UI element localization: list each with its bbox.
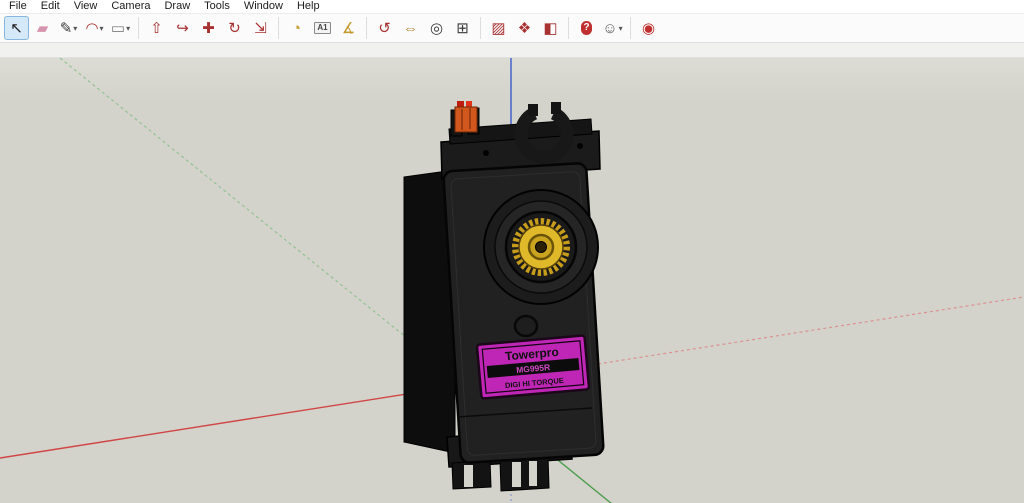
- viewport-canvas: Towerpro MG995R DIGI HI TORQUE: [0, 58, 1024, 503]
- dropdown-caret-icon[interactable]: ▾: [619, 24, 623, 33]
- toolbar-separator: [278, 17, 279, 39]
- rotate-tool-button[interactable]: ↻: [222, 16, 247, 40]
- zoom-extents-tool-button[interactable]: ⊞: [450, 16, 475, 40]
- servo-model[interactable]: Towerpro MG995R DIGI HI TORQUE: [403, 101, 605, 492]
- move-tool-button[interactable]: ✚: [196, 16, 221, 40]
- orbit-tool-icon: ↺: [378, 19, 391, 37]
- pushpull-tool-button[interactable]: ⇧: [144, 16, 169, 40]
- menu-help[interactable]: Help: [290, 0, 327, 13]
- sketchup-window: File Edit View Camera Draw Tools Window Help ↖ ▰…: [0, 0, 1024, 503]
- toolbar-separator: [366, 17, 367, 39]
- toolbar-separator: [138, 17, 139, 39]
- scale-tool-button[interactable]: ⇲: [248, 16, 273, 40]
- viewport-3d[interactable]: Towerpro MG995R DIGI HI TORQUE: [0, 58, 1024, 503]
- arc-tool-button[interactable]: ◠ ▾: [82, 16, 107, 40]
- tape-measure-tool-button[interactable]: ◔: [284, 16, 309, 40]
- eraser-tool-button[interactable]: ▰: [30, 16, 55, 40]
- eraser-tool-icon: ▰: [36, 19, 49, 37]
- toolbar: ↖ ▰ ✎ ▾ ◠ ▾ ▭ ▾ ⇧ ↪ ✚ ↻ ⇲ ◔ A1 ∡ ↺ ⇔ ◎ ⊞ ▨ ❖ ◧? ☺ ▾ ◉: [0, 14, 1024, 43]
- rectangle-tool-button[interactable]: ▭ ▾: [108, 16, 133, 40]
- screw-boss: [513, 314, 539, 338]
- rotate-tool-icon: ↻: [228, 19, 241, 37]
- menu-edit[interactable]: Edit: [34, 0, 67, 13]
- warehouse-tool-button[interactable]: ?: [574, 16, 599, 40]
- toolbar-separator: [568, 17, 569, 39]
- menu-tools[interactable]: Tools: [197, 0, 237, 13]
- pushpull-tool-icon: ⇧: [150, 19, 163, 37]
- menu-file[interactable]: File: [2, 0, 34, 13]
- avatar-menu-button[interactable]: ☺ ▾: [600, 16, 625, 40]
- line-tool-button[interactable]: ✎ ▾: [56, 16, 81, 40]
- zoom-tool-icon: ◎: [429, 19, 444, 37]
- styles-tool-icon: ◧: [543, 19, 558, 37]
- flange-screw-hole: [577, 143, 583, 149]
- protractor-tool-icon: ∡: [341, 19, 356, 37]
- select-tool-icon: ↖: [10, 19, 23, 37]
- line-tool-icon: ✎: [59, 19, 73, 37]
- dimension-tool-button[interactable]: A1: [310, 16, 335, 40]
- warehouse-tool-icon: ?: [581, 21, 592, 35]
- move-tool-icon: ✚: [202, 19, 215, 37]
- pan-tool-button[interactable]: ⇔: [398, 16, 423, 40]
- components-tool-button[interactable]: ❖: [512, 16, 537, 40]
- protractor-tool-button[interactable]: ∡: [336, 16, 361, 40]
- paint-bucket-tool-icon: ▨: [491, 19, 506, 37]
- followme-tool-icon: ↪: [176, 19, 189, 37]
- toolbar-separator: [630, 17, 631, 39]
- pan-tool-icon: ⇔: [403, 19, 418, 37]
- orbit-tool-button[interactable]: ↺: [372, 16, 397, 40]
- foot-slot: [529, 461, 537, 486]
- select-tool-button[interactable]: ↖: [4, 16, 29, 40]
- toolbar-substrip: [0, 43, 1024, 58]
- dimension-tool-icon: A1: [314, 22, 331, 34]
- avatar-menu-icon: ☺: [602, 19, 618, 37]
- menu-draw[interactable]: Draw: [157, 0, 197, 13]
- foot-slot: [512, 462, 521, 487]
- servo-output-boss: [483, 189, 599, 305]
- menu-window[interactable]: Window: [237, 0, 290, 13]
- scale-tool-icon: ⇲: [254, 19, 267, 37]
- servo-label: Towerpro MG995R DIGI HI TORQUE: [475, 334, 591, 400]
- extensions-tool-icon: ◉: [641, 19, 656, 37]
- toolbar-separator: [480, 17, 481, 39]
- arc-tool-icon: ◠: [85, 19, 99, 37]
- rectangle-tool-icon: ▭: [110, 19, 126, 37]
- dropdown-caret-icon[interactable]: ▾: [73, 24, 77, 33]
- paint-bucket-tool-button[interactable]: ▨: [486, 16, 511, 40]
- followme-tool-button[interactable]: ↪: [170, 16, 195, 40]
- wire-connector: [454, 106, 478, 133]
- zoom-tool-button[interactable]: ◎: [424, 16, 449, 40]
- c-clamp-tip: [528, 104, 538, 116]
- dropdown-caret-icon[interactable]: ▾: [126, 24, 130, 33]
- c-clamp-tip: [551, 102, 561, 114]
- foot-slot: [464, 465, 473, 487]
- tape-measure-tool-icon: ◔: [291, 19, 302, 37]
- gear-center-hole: [535, 241, 547, 253]
- zoom-extents-tool-icon: ⊞: [456, 19, 469, 37]
- extensions-tool-button[interactable]: ◉: [636, 16, 661, 40]
- menu-bar: File Edit View Camera Draw Tools Window Help: [0, 0, 1024, 14]
- styles-tool-button[interactable]: ◧: [538, 16, 563, 40]
- dropdown-caret-icon[interactable]: ▾: [100, 24, 104, 33]
- flange-screw-hole: [483, 150, 489, 156]
- menu-view[interactable]: View: [67, 0, 105, 13]
- menu-camera[interactable]: Camera: [104, 0, 157, 13]
- components-tool-icon: ❖: [517, 19, 532, 37]
